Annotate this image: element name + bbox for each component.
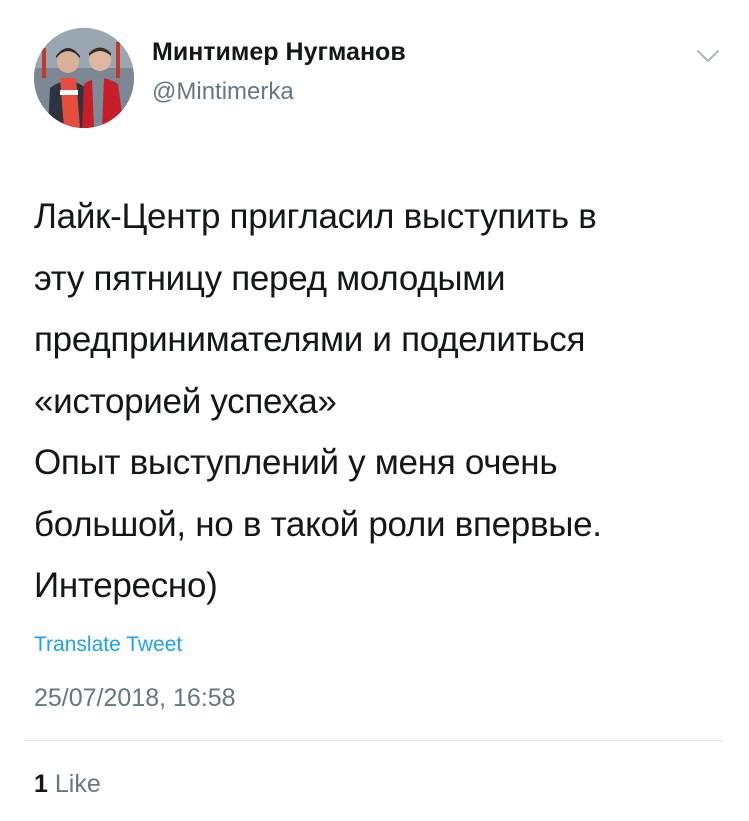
- translate-tweet-link[interactable]: Translate Tweet: [34, 633, 182, 657]
- author-handle[interactable]: @Mintimerka: [152, 78, 294, 106]
- tweet-text-line: «историей успеха»: [34, 381, 337, 421]
- tweet-text-line: предпринимателями и поделиться: [34, 320, 586, 359]
- tweet-text-line: эту пятницу перед молодыми: [34, 258, 506, 298]
- tweet-text-line: Интересно): [34, 566, 218, 605]
- like-label: Like: [54, 770, 101, 798]
- tweet-text-line: большой, но в такой роли впервые.: [34, 504, 602, 544]
- like-count: 1: [34, 770, 48, 798]
- author-name[interactable]: Минтимер Нугманов: [152, 38, 406, 67]
- tweet-text-line: Опыт выступлений у меня очень: [34, 443, 558, 482]
- chevron-down-icon[interactable]: [694, 46, 722, 66]
- tweet-text: Лайк-Центр пригласил выступить в эту пят…: [34, 186, 724, 617]
- likes-stat[interactable]: 1 Like: [34, 770, 101, 799]
- tweet-text-line: Лайк-Центр пригласил выступить в: [34, 197, 597, 236]
- divider: [24, 740, 724, 741]
- tweet-timestamp: 25/07/2018, 16:58: [34, 684, 236, 712]
- avatar[interactable]: [34, 28, 134, 128]
